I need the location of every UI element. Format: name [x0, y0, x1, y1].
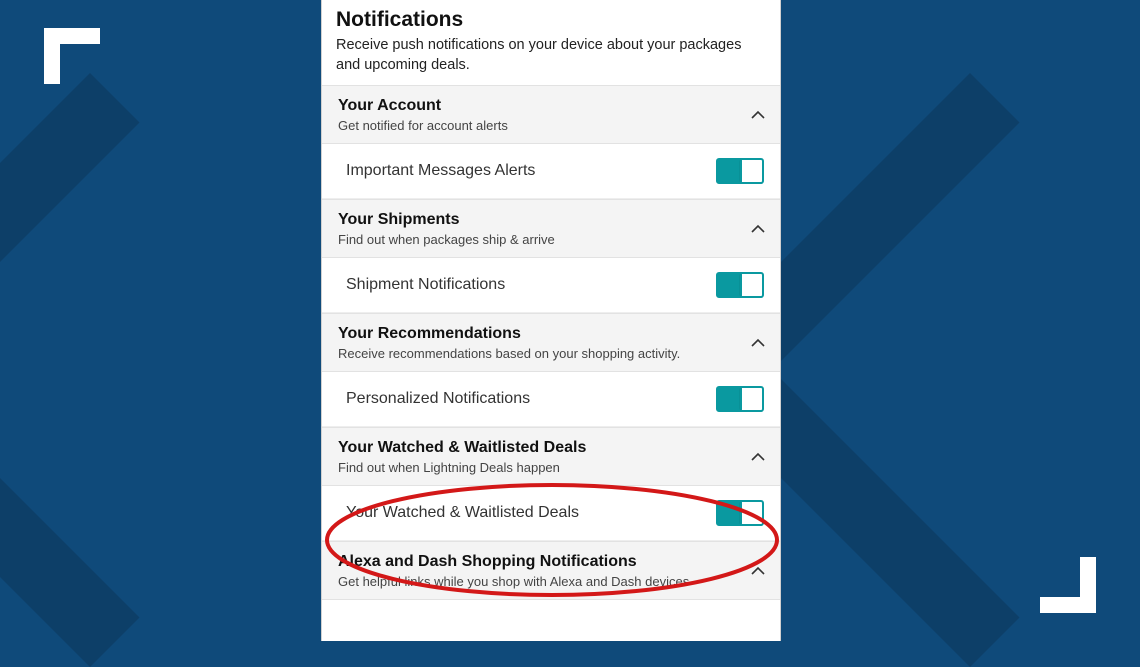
section-subtitle-shipments: Find out when packages ship & arrive [338, 232, 555, 247]
section-header-text: Alexa and Dash Shopping Notifications Ge… [338, 552, 689, 589]
section-title-alexa-dash: Alexa and Dash Shopping Notifications [338, 552, 689, 572]
section-header-text: Your Account Get notified for account al… [338, 96, 508, 133]
chevron-up-icon [750, 107, 766, 123]
section-header-text: Your Recommendations Receive recommendat… [338, 324, 680, 361]
setting-row-important-messages: Important Messages Alerts [322, 144, 780, 199]
section-header-recommendations[interactable]: Your Recommendations Receive recommendat… [322, 313, 780, 372]
section-title-account: Your Account [338, 96, 508, 116]
toggle-important-messages[interactable] [716, 158, 764, 184]
section-title-recommendations: Your Recommendations [338, 324, 680, 344]
toggle-knob [740, 388, 762, 410]
toggle-knob [740, 502, 762, 524]
chevron-up-icon [750, 563, 766, 579]
panel-inner: Notifications Receive push notifications… [322, 0, 780, 600]
setting-label-important-messages: Important Messages Alerts [346, 162, 535, 180]
chevron-up-icon [750, 449, 766, 465]
section-title-watched-deals: Your Watched & Waitlisted Deals [338, 438, 586, 458]
section-subtitle-account: Get notified for account alerts [338, 118, 508, 133]
setting-label-watched-deals: Your Watched & Waitlisted Deals [346, 504, 579, 522]
section-subtitle-watched-deals: Find out when Lightning Deals happen [338, 460, 586, 475]
setting-label-shipment-notifs: Shipment Notifications [346, 276, 505, 294]
setting-row-personalized-notifs: Personalized Notifications [322, 372, 780, 427]
page-title: Notifications [322, 6, 780, 36]
notifications-settings-panel: Notifications Receive push notifications… [321, 0, 781, 641]
frame-corner-top-left [44, 28, 100, 84]
chevron-up-icon [750, 221, 766, 237]
section-header-account[interactable]: Your Account Get notified for account al… [322, 85, 780, 144]
section-header-text: Your Shipments Find out when packages sh… [338, 210, 555, 247]
section-title-shipments: Your Shipments [338, 210, 555, 230]
section-header-alexa-dash[interactable]: Alexa and Dash Shopping Notifications Ge… [322, 541, 780, 600]
section-header-text: Your Watched & Waitlisted Deals Find out… [338, 438, 586, 475]
setting-row-shipment-notifs: Shipment Notifications [322, 258, 780, 313]
toggle-personalized-notifs[interactable] [716, 386, 764, 412]
toggle-watched-deals[interactable] [716, 500, 764, 526]
section-header-shipments[interactable]: Your Shipments Find out when packages sh… [322, 199, 780, 258]
toggle-shipment-notifs[interactable] [716, 272, 764, 298]
toggle-knob [740, 274, 762, 296]
page-description: Receive push notifications on your devic… [322, 36, 780, 85]
frame-corner-bottom-right [1040, 557, 1096, 613]
section-header-watched-deals[interactable]: Your Watched & Waitlisted Deals Find out… [322, 427, 780, 486]
section-subtitle-recommendations: Receive recommendations based on your sh… [338, 346, 680, 361]
setting-label-personalized-notifs: Personalized Notifications [346, 390, 530, 408]
setting-row-watched-deals: Your Watched & Waitlisted Deals [322, 486, 780, 541]
section-subtitle-alexa-dash: Get helpful links while you shop with Al… [338, 574, 689, 589]
toggle-knob [740, 160, 762, 182]
chevron-up-icon [750, 335, 766, 351]
